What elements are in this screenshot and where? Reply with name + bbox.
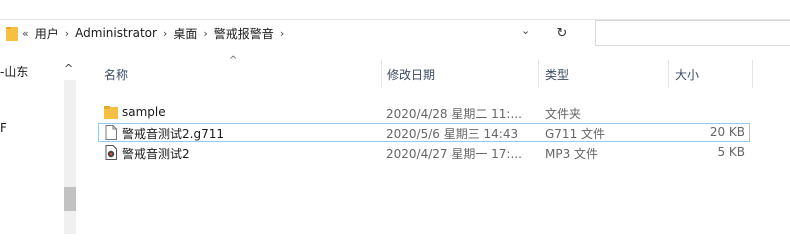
sort-indicator-icon: ^ bbox=[229, 55, 238, 66]
file-row[interactable]: sample 2020/4/28 星期二 11:... 文件夹 bbox=[98, 103, 750, 122]
column-divider[interactable] bbox=[538, 60, 539, 88]
nav-item-fragment[interactable]: F bbox=[0, 121, 7, 135]
nav-item-label[interactable]: -山东 bbox=[0, 63, 28, 80]
breadcrumb-alarm-sounds[interactable]: 警戒报警音 bbox=[214, 25, 274, 42]
file-size: 5 KB bbox=[717, 145, 745, 159]
column-header-size[interactable]: 大小 bbox=[675, 66, 699, 83]
column-header-name[interactable]: 名称 bbox=[104, 66, 128, 83]
file-row-selected[interactable]: 警戒音测试2.g711 2020/5/6 星期三 14:43 G711 文件 2… bbox=[98, 123, 750, 142]
file-date: 2020/5/6 星期三 14:43 bbox=[386, 127, 519, 141]
file-type: 文件夹 bbox=[545, 107, 582, 121]
refresh-icon: ↻ bbox=[556, 25, 568, 41]
file-type: G711 文件 bbox=[545, 127, 606, 141]
breadcrumb-desktop[interactable]: 桌面 bbox=[173, 25, 197, 42]
file-size: 20 KB bbox=[709, 125, 745, 139]
file-date: 2020/4/28 星期二 11:... bbox=[386, 107, 522, 121]
column-divider[interactable] bbox=[381, 60, 382, 88]
file-name: sample bbox=[122, 105, 166, 119]
file-type: MP3 文件 bbox=[545, 147, 599, 161]
refresh-button[interactable]: ↻ bbox=[549, 20, 575, 46]
file-date: 2020/4/27 星期一 17:... bbox=[386, 147, 522, 161]
scroll-up-icon[interactable]: ^ bbox=[64, 62, 73, 75]
address-dropdown-icon[interactable]: ⌄ bbox=[521, 24, 530, 37]
file-name: 警戒音测试2 bbox=[122, 147, 190, 161]
blank-file-icon bbox=[105, 125, 117, 140]
breadcrumb-separator[interactable]: › bbox=[65, 27, 69, 40]
breadcrumb-administrator[interactable]: Administrator bbox=[75, 26, 157, 40]
breadcrumb-separator[interactable]: › bbox=[163, 27, 167, 40]
column-divider[interactable] bbox=[668, 60, 669, 88]
file-row[interactable]: 警戒音测试2 2020/4/27 星期一 17:... MP3 文件 5 KB bbox=[98, 143, 750, 162]
folder-icon bbox=[6, 27, 18, 41]
audio-file-icon bbox=[105, 145, 117, 160]
breadcrumb-separator[interactable]: › bbox=[280, 27, 284, 40]
nav-scrollbar-thumb[interactable] bbox=[64, 187, 76, 211]
breadcrumb-separator[interactable]: › bbox=[203, 27, 207, 40]
file-name: 警戒音测试2.g711 bbox=[122, 127, 224, 141]
column-header-type[interactable]: 类型 bbox=[545, 66, 569, 83]
breadcrumb-users[interactable]: 用户 bbox=[35, 25, 59, 42]
search-input[interactable] bbox=[595, 20, 790, 46]
column-divider[interactable] bbox=[752, 60, 753, 88]
folder-icon bbox=[104, 106, 118, 119]
back-chevron-icon[interactable]: « bbox=[22, 27, 29, 40]
address-bar[interactable]: « 用户 › Administrator › 桌面 › 警戒报警音 › bbox=[0, 20, 540, 46]
column-header-date[interactable]: 修改日期 bbox=[387, 66, 435, 83]
